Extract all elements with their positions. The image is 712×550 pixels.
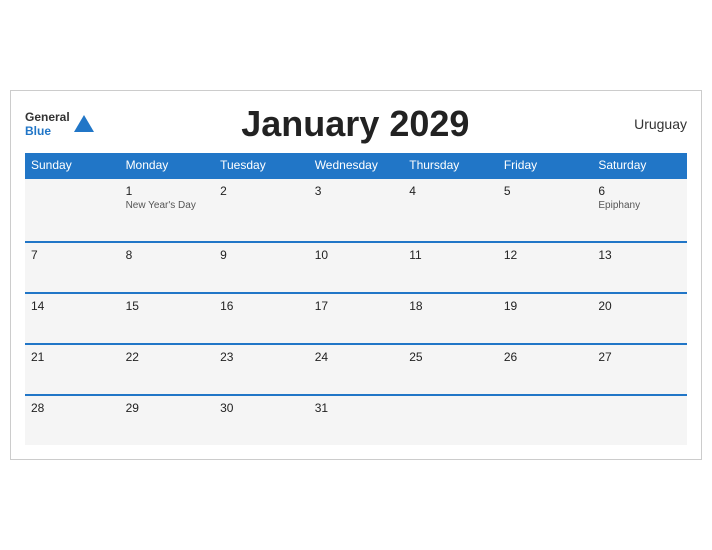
day-number: 17	[315, 299, 398, 313]
day-number: 20	[598, 299, 681, 313]
day-number: 10	[315, 248, 398, 262]
logo-line2: Blue	[25, 124, 70, 138]
day-number: 8	[126, 248, 209, 262]
day-number: 6	[598, 184, 681, 198]
calendar-cell: 12	[498, 242, 593, 293]
calendar-cell: 3	[309, 178, 404, 242]
weekday-header-saturday: Saturday	[592, 153, 687, 178]
day-number: 30	[220, 401, 303, 415]
calendar-cell: 4	[403, 178, 498, 242]
calendar-cell: 29	[120, 395, 215, 445]
calendar-cell: 28	[25, 395, 120, 445]
day-number: 24	[315, 350, 398, 364]
day-number: 9	[220, 248, 303, 262]
calendar-cell: 9	[214, 242, 309, 293]
calendar-cell: 31	[309, 395, 404, 445]
weekday-header-sunday: Sunday	[25, 153, 120, 178]
calendar-cell: 7	[25, 242, 120, 293]
day-number: 31	[315, 401, 398, 415]
calendar-cell: 27	[592, 344, 687, 395]
logo-line1: General	[25, 110, 70, 124]
weekday-header-row: SundayMondayTuesdayWednesdayThursdayFrid…	[25, 153, 687, 178]
calendar-cell: 17	[309, 293, 404, 344]
week-row-1: 1 New Year's Day 23456 Epiphany	[25, 178, 687, 242]
calendar-cell: 1 New Year's Day	[120, 178, 215, 242]
month-title: January 2029	[94, 103, 617, 145]
day-number: 11	[409, 248, 492, 262]
calendar-cell: 26	[498, 344, 593, 395]
week-row-2: 789 10 11 12 13	[25, 242, 687, 293]
calendar-cell	[592, 395, 687, 445]
day-number: 19	[504, 299, 587, 313]
day-number: 4	[409, 184, 492, 198]
day-number: 1	[126, 184, 209, 198]
calendar-cell: 18	[403, 293, 498, 344]
weekday-header-thursday: Thursday	[403, 153, 498, 178]
country-label: Uruguay	[617, 116, 687, 132]
calendar-cell: 8	[120, 242, 215, 293]
day-number: 29	[126, 401, 209, 415]
calendar-cell: 19	[498, 293, 593, 344]
week-row-5: 28 29 30 31	[25, 395, 687, 445]
calendar-cell: 24	[309, 344, 404, 395]
day-number: 21	[31, 350, 114, 364]
day-number: 18	[409, 299, 492, 313]
day-number: 2	[220, 184, 303, 198]
calendar-table: SundayMondayTuesdayWednesdayThursdayFrid…	[25, 153, 687, 445]
weekday-header-wednesday: Wednesday	[309, 153, 404, 178]
logo: General Blue	[25, 110, 94, 139]
calendar-cell: 22	[120, 344, 215, 395]
day-number: 27	[598, 350, 681, 364]
calendar-cell: 14	[25, 293, 120, 344]
logo-text: General Blue	[25, 110, 70, 139]
day-number: 23	[220, 350, 303, 364]
calendar-cell: 16	[214, 293, 309, 344]
day-number: 14	[31, 299, 114, 313]
calendar-cell: 23	[214, 344, 309, 395]
calendar-cell: 15	[120, 293, 215, 344]
week-row-4: 21 22 23 24 25 26 27	[25, 344, 687, 395]
day-number: 28	[31, 401, 114, 415]
calendar-cell: 20	[592, 293, 687, 344]
calendar-cell: 5	[498, 178, 593, 242]
calendar-header: General Blue January 2029 Uruguay	[25, 103, 687, 145]
calendar-cell	[25, 178, 120, 242]
calendar-cell: 6 Epiphany	[592, 178, 687, 242]
weekday-header-friday: Friday	[498, 153, 593, 178]
day-number: 3	[315, 184, 398, 198]
day-number: 16	[220, 299, 303, 313]
week-row-3: 14 15 16 17 18 19 20	[25, 293, 687, 344]
day-number: 15	[126, 299, 209, 313]
calendar-cell	[498, 395, 593, 445]
calendar-cell: 21	[25, 344, 120, 395]
calendar-container: General Blue January 2029 Uruguay Sunday…	[10, 90, 702, 460]
calendar-cell: 2	[214, 178, 309, 242]
calendar-cell: 13	[592, 242, 687, 293]
day-number: 26	[504, 350, 587, 364]
weekday-header-tuesday: Tuesday	[214, 153, 309, 178]
day-number: 12	[504, 248, 587, 262]
day-number: 25	[409, 350, 492, 364]
calendar-cell	[403, 395, 498, 445]
holiday-name: Epiphany	[598, 200, 681, 211]
calendar-cell: 25	[403, 344, 498, 395]
holiday-name: New Year's Day	[126, 200, 209, 211]
logo-triangle-icon	[74, 115, 94, 132]
calendar-cell: 10	[309, 242, 404, 293]
day-number: 7	[31, 248, 114, 262]
day-number: 5	[504, 184, 587, 198]
day-number: 22	[126, 350, 209, 364]
day-number: 13	[598, 248, 681, 262]
weekday-header-monday: Monday	[120, 153, 215, 178]
calendar-cell: 11	[403, 242, 498, 293]
calendar-cell: 30	[214, 395, 309, 445]
